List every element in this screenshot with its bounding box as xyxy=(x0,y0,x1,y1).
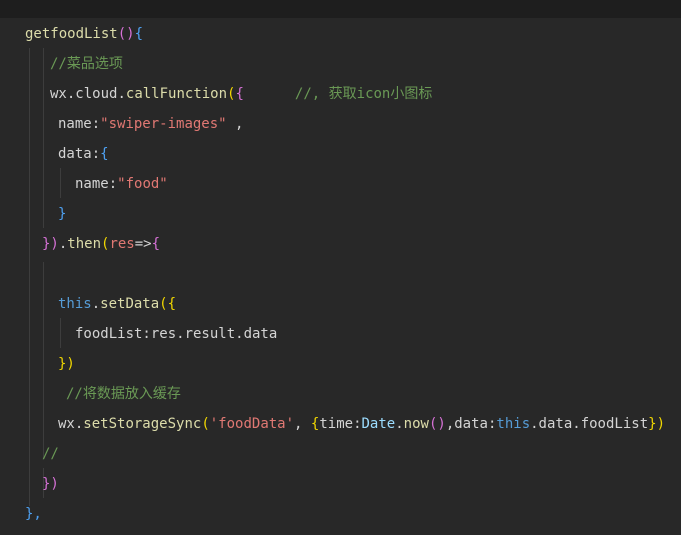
comma: , xyxy=(226,116,244,132)
brace: { xyxy=(134,26,144,42)
key: data xyxy=(58,146,92,162)
close-brace: }) xyxy=(648,416,665,432)
code-line-17[interactable]: }, xyxy=(25,499,42,529)
brace: { xyxy=(167,296,177,312)
close-brace: }, xyxy=(25,506,42,522)
assignment-text: foodList:res.result.data xyxy=(75,326,278,342)
indent-guide xyxy=(43,262,44,458)
property-chain: .data.foodList xyxy=(530,416,649,432)
code-line-2[interactable]: //菜品选项 xyxy=(50,49,123,79)
paren: ( xyxy=(159,296,168,312)
comment: // xyxy=(42,446,59,462)
code-line-6[interactable]: name:"food" xyxy=(75,169,168,199)
object: wx xyxy=(50,86,67,102)
key: name xyxy=(75,176,109,192)
this-keyword: this xyxy=(58,296,92,312)
code-line-16[interactable]: }) xyxy=(42,469,59,499)
close-brace: }) xyxy=(58,356,75,372)
method-name: setStorageSync xyxy=(83,416,202,432)
indent-guide xyxy=(60,318,61,348)
indent-guide xyxy=(29,48,30,506)
brace: { xyxy=(100,146,109,162)
object: wx xyxy=(58,416,75,432)
paren: ( xyxy=(201,416,210,432)
close-brace: }) xyxy=(42,476,59,492)
code-line-13[interactable]: //将数据放入缓存 xyxy=(66,379,181,409)
colon: : xyxy=(353,416,362,432)
code-line-7[interactable]: } xyxy=(58,199,66,229)
arrow: => xyxy=(134,236,152,252)
property: cloud xyxy=(75,86,118,102)
code-line-4[interactable]: name:"swiper-images" , xyxy=(58,109,243,139)
code-line-10[interactable]: this.setData({ xyxy=(58,289,176,319)
colon: : xyxy=(91,146,101,162)
comment: //, 获取icon小图标 xyxy=(294,86,433,102)
brace: { xyxy=(151,236,161,252)
function-name: getfoodList xyxy=(25,26,118,42)
class-name: Date xyxy=(361,416,396,432)
comma: , xyxy=(294,416,311,432)
string: "swiper-images" xyxy=(100,116,227,132)
indent-guide xyxy=(60,168,61,198)
editor-top-bar xyxy=(0,0,681,18)
dot: . xyxy=(117,86,126,102)
key: name xyxy=(58,116,92,132)
code-line-12[interactable]: }) xyxy=(58,349,75,379)
close-brace: }) xyxy=(42,236,59,252)
indent-guide xyxy=(43,48,44,228)
method-name: then xyxy=(67,236,102,252)
colon: : xyxy=(108,176,118,192)
dot: . xyxy=(395,416,404,432)
key: data xyxy=(454,416,488,432)
paren: () xyxy=(428,416,446,432)
paren: () xyxy=(117,26,135,42)
code-line-11[interactable]: foodList:res.result.data xyxy=(75,319,277,349)
brace: { xyxy=(235,86,244,102)
method-name: callFunction xyxy=(125,86,228,102)
dot: . xyxy=(91,296,101,312)
this-keyword: this xyxy=(496,416,531,432)
comment: //将数据放入缓存 xyxy=(66,386,181,402)
code-line-5[interactable]: data:{ xyxy=(58,139,109,169)
code-line-14[interactable]: wx.setStorageSync('foodData', {time:Date… xyxy=(58,409,665,439)
key: time xyxy=(319,416,354,432)
colon: : xyxy=(91,116,101,132)
code-line-1[interactable]: getfoodList(){ xyxy=(25,19,143,49)
brace: } xyxy=(58,206,67,222)
comma: , xyxy=(445,416,455,432)
parameter: res xyxy=(109,236,135,252)
string: "food" xyxy=(117,176,168,192)
string: 'foodData' xyxy=(209,416,295,432)
code-line-15[interactable]: // xyxy=(42,439,59,469)
method-name: now xyxy=(403,416,429,432)
method-name: setData xyxy=(100,296,160,312)
code-editor[interactable]: getfoodList(){ //菜品选项 wx.cloud.callFunct… xyxy=(0,0,681,535)
code-line-3[interactable]: wx.cloud.callFunction({//, 获取icon小图标 xyxy=(50,79,432,109)
code-line-8[interactable]: }).then(res=>{ xyxy=(42,229,160,259)
comment: //菜品选项 xyxy=(50,56,123,72)
